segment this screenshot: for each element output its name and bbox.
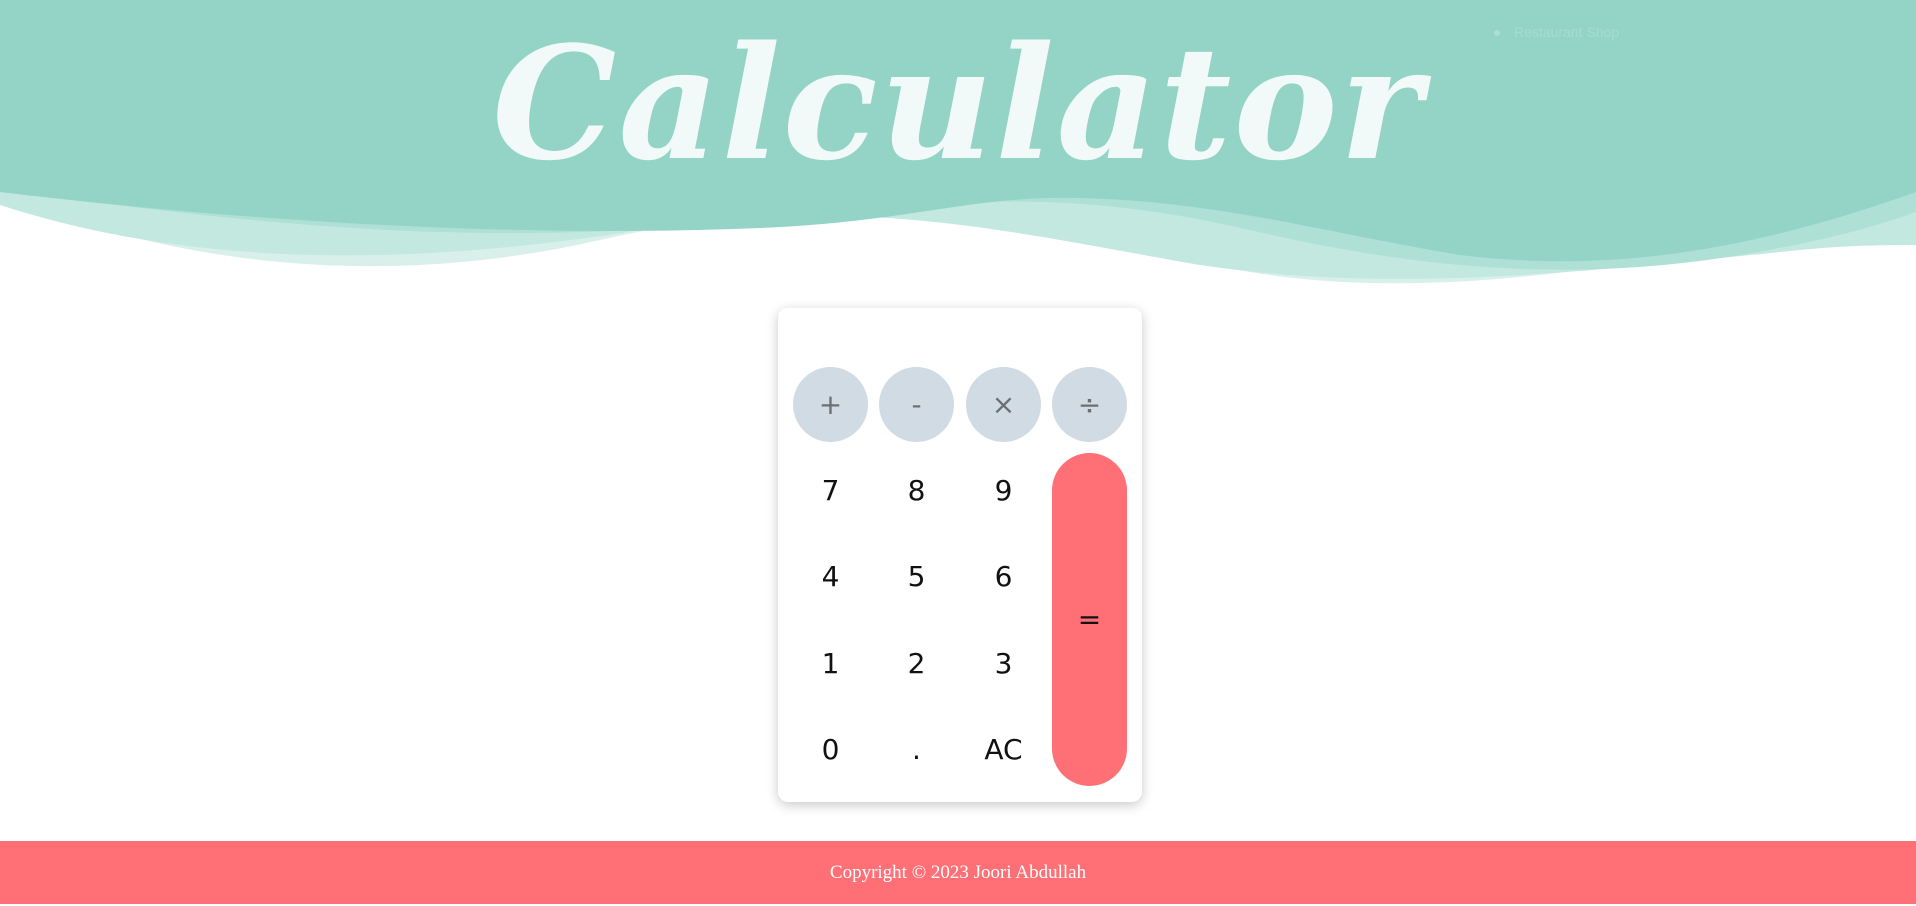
multiply-button[interactable]: × [966,367,1041,442]
digit-6-button[interactable]: 6 [966,539,1041,614]
digit-5-button[interactable]: 5 [879,539,954,614]
add-button[interactable]: + [793,367,868,442]
digit-1-button[interactable]: 1 [793,626,868,701]
calculator-panel: + - × ÷ 7 8 9 4 5 6 1 2 3 0 . AC = [778,308,1142,802]
digit-0-button[interactable]: 0 [793,712,868,787]
copyright-text: Copyright © 2023 [829,861,969,883]
digit-2-button[interactable]: 2 [879,626,954,701]
calculator-display [790,316,1130,360]
footer: Copyright © 2023 Joori Abdullah [0,841,1916,904]
digit-4-button[interactable]: 4 [793,539,868,614]
page-title: Calculator [492,12,1424,195]
digit-7-button[interactable]: 7 [793,453,868,528]
page: Restaurant Shop Calculator + - × ÷ 7 8 9… [0,0,1916,906]
equals-button[interactable]: = [1052,453,1127,786]
clear-button[interactable]: AC [966,712,1041,787]
divide-button[interactable]: ÷ [1052,367,1127,442]
digit-9-button[interactable]: 9 [966,453,1041,528]
author-name: Joori Abdullah [973,861,1087,883]
subtract-button[interactable]: - [879,367,954,442]
header-banner: Restaurant Shop Calculator [0,0,1916,290]
decimal-button[interactable]: . [879,712,954,787]
digit-8-button[interactable]: 8 [879,453,954,528]
digit-3-button[interactable]: 3 [966,626,1041,701]
